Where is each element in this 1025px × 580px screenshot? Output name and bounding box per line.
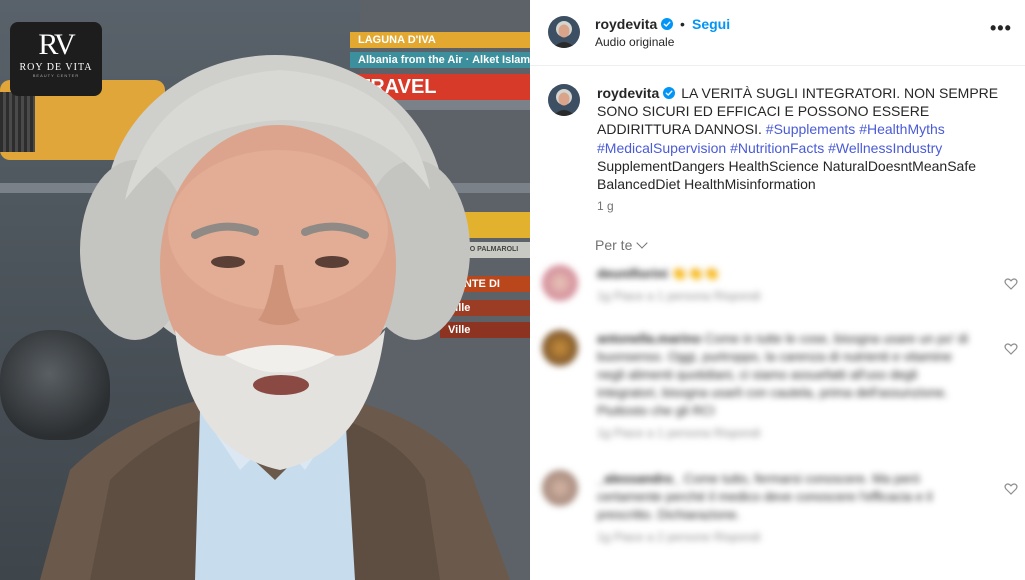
comment-avatar[interactable] xyxy=(542,265,578,301)
comments-sort-dropdown[interactable]: Per te xyxy=(595,237,649,253)
comment-username[interactable]: deunifiorini xyxy=(597,266,668,281)
comment-body: deunifiorini 👏👏👏 1g Piace a 1 persona Ri… xyxy=(597,265,977,305)
logo-monogram: RV xyxy=(38,28,75,61)
post-header: roydevita • Segui Audio originale ••• xyxy=(530,0,1025,66)
like-heart-icon[interactable] xyxy=(1004,482,1018,496)
logo-name: ROY DE VITA xyxy=(19,62,93,73)
hashtag-link[interactable]: #MedicalSupervision xyxy=(597,140,726,156)
chevron-down-icon xyxy=(636,237,649,249)
caption-keywords: SupplementDangers HealthScience NaturalD… xyxy=(597,157,976,193)
post-sidebar: roydevita • Segui Audio originale ••• ro… xyxy=(530,0,1025,580)
avatar-image xyxy=(548,16,580,48)
comment-body: _alessandro_ Come tutto, fermarsi conosc… xyxy=(597,470,977,546)
hashtag-link[interactable]: #HealthMyths xyxy=(859,121,945,137)
like-heart-icon[interactable] xyxy=(1004,342,1018,356)
separator-dot: • xyxy=(680,16,685,32)
verified-badge-icon xyxy=(663,87,676,99)
username-link[interactable]: roydevita xyxy=(595,16,674,32)
comment-username[interactable]: _alessandro_ xyxy=(597,471,680,486)
comment-meta: 1g Piace a 1 persona Rispondi xyxy=(597,289,761,303)
comment-username[interactable]: antonella.marino xyxy=(597,331,701,346)
verified-badge-icon xyxy=(661,18,674,30)
avatar-image xyxy=(548,84,580,116)
like-heart-icon[interactable] xyxy=(1004,277,1018,291)
more-options-icon[interactable]: ••• xyxy=(990,19,1014,40)
avatar[interactable] xyxy=(548,16,580,48)
hashtag-link[interactable]: #NutritionFacts xyxy=(730,140,824,156)
comment-avatar[interactable] xyxy=(542,470,578,506)
post-caption: roydevita LA VERITÀ SUGLI INTEGRATORI. NO… xyxy=(597,84,1007,193)
reel-video[interactable]: LAGUNA D'IVA Albania from the Air · Alke… xyxy=(0,0,530,580)
follow-button[interactable]: Segui xyxy=(692,16,730,32)
brand-logo: RV ROY DE VITA BEAUTY CENTER xyxy=(10,22,102,96)
comment-meta: 1g Piace a 2 persone Rispondi xyxy=(597,530,761,544)
hashtag-link[interactable]: #WellnessIndustry xyxy=(828,140,942,156)
comment-meta: 1g Piace a 1 persona Rispondi xyxy=(597,426,761,440)
hashtag-link[interactable]: #Supplements xyxy=(766,121,856,137)
post-timestamp[interactable]: 1 g xyxy=(597,199,614,213)
avatar[interactable] xyxy=(548,84,580,116)
audio-link[interactable]: Audio originale xyxy=(595,35,674,49)
comment-body: antonella.marino Come in tutte le cose, … xyxy=(597,330,977,442)
comment-text: 👏👏👏 xyxy=(671,266,720,281)
logo-subtitle: BEAUTY CENTER xyxy=(32,73,80,78)
caption-username[interactable]: roydevita xyxy=(597,85,659,101)
comment-avatar[interactable] xyxy=(542,330,578,366)
comments-sort-label: Per te xyxy=(595,237,633,253)
